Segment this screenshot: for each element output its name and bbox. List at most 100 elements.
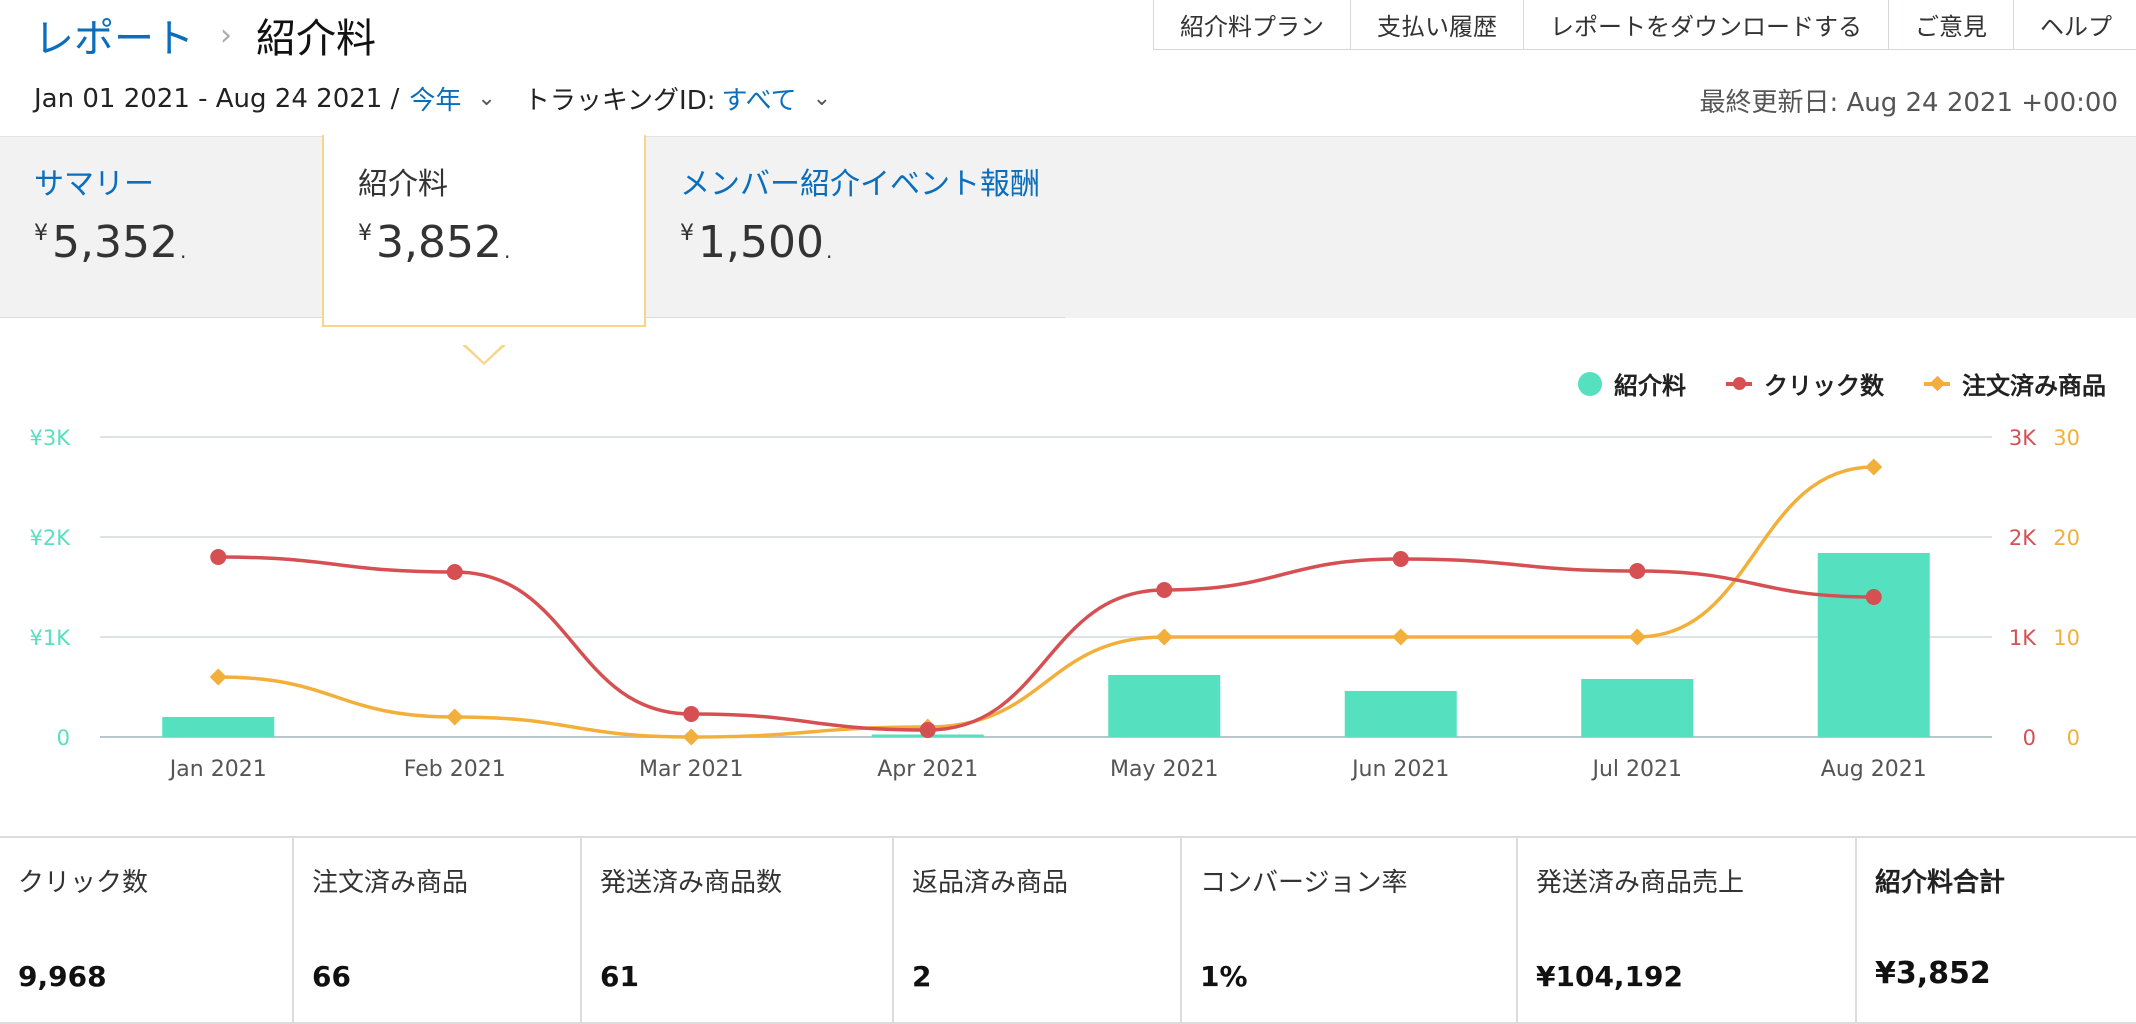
tab-summary-value: ¥ 5,352 . (34, 217, 186, 268)
tab-referral-value: ¥ 3,852 . (358, 217, 644, 268)
tracking-id-label: トラッキングID: (523, 86, 716, 116)
stat-value: 66 (312, 960, 351, 993)
bar-fees (1817, 553, 1930, 737)
stat-shipped-revenue: 発送済み商品売上 ¥104,192 (1518, 838, 1857, 1022)
legend-ordered-swatch (1924, 375, 1950, 391)
legend-fees-label: 紹介料 (1614, 372, 1686, 400)
y-tick-label-left: ¥3K (30, 426, 72, 450)
legend-item-fees[interactable]: 紹介料 (1578, 366, 1686, 401)
tab-referral-label: 紹介料 (358, 167, 448, 202)
tracking-id-dropdown[interactable]: すべて (721, 80, 796, 117)
y-tick-label-clicks: 2K (2009, 526, 2037, 550)
amount-suffix: . (179, 239, 187, 263)
stat-value: 9,968 (18, 960, 107, 993)
date-range-text: Jan 01 2021 - Aug 24 2021 / (34, 83, 400, 114)
stat-returned-items: 返品済み商品 2 (894, 838, 1182, 1022)
amount: 5,352 (52, 217, 178, 268)
tab-summary-label: サマリー (34, 167, 154, 202)
y-tick-label-clicks: 1K (2009, 626, 2037, 650)
point-clicks (683, 706, 700, 722)
point-clicks (1392, 551, 1409, 567)
y-tick-label-ordered: 0 (2067, 726, 2080, 750)
bar-fees (1344, 691, 1457, 737)
point-ordered (1628, 628, 1646, 646)
point-clicks (446, 564, 463, 580)
legend-fees-swatch (1578, 371, 1602, 396)
point-ordered (1392, 628, 1410, 646)
x-tick-label: May 2021 (1110, 757, 1218, 782)
stat-value: ¥104,192 (1536, 960, 1684, 993)
y-tick-label-ordered: 10 (2053, 626, 2080, 650)
period-dropdown[interactable]: 今年 (409, 80, 461, 117)
breadcrumb-reports-link[interactable]: レポート (34, 6, 194, 64)
stat-total-fees: 紹介料合計 ¥3,852 (1857, 838, 2136, 1022)
stat-label: 返品済み商品 (912, 868, 1069, 898)
stat-value: 1% (1200, 960, 1248, 993)
tab-member-referral[interactable]: メンバー紹介イベント報酬 ¥ 1,500 . (680, 137, 1040, 317)
x-tick-label: Aug 2021 (1821, 757, 1927, 782)
legend-ordered-label: 注文済み商品 (1962, 372, 2106, 400)
stat-value: 61 (600, 960, 639, 993)
x-tick-label: Feb 2021 (404, 757, 506, 782)
stat-label: コンバージョン率 (1200, 868, 1408, 898)
bar-fees (871, 734, 984, 737)
legend-item-ordered[interactable]: 注文済み商品 (1924, 366, 2106, 401)
point-clicks (210, 549, 227, 565)
stat-value: 2 (912, 960, 932, 993)
nav-payment-history-link[interactable]: 支払い履歴 (1351, 0, 1524, 49)
y-tick-label-clicks: 0 (2023, 726, 2036, 750)
line-ordered (218, 465, 1874, 739)
point-ordered (919, 718, 937, 736)
nav-download-report-link[interactable]: レポートをダウンロードする (1524, 0, 1889, 49)
stat-shipped-items: 発送済み商品数 61 (582, 838, 894, 1022)
amount: 3,852 (376, 217, 502, 268)
breadcrumb-separator: › (220, 17, 232, 53)
filter-bar: Jan 01 2021 - Aug 24 2021 / 今年 ⌄ トラッキングI… (34, 80, 859, 117)
currency-symbol: ¥ (34, 221, 48, 246)
bar-fees (1108, 675, 1221, 737)
tab-summary[interactable]: サマリー ¥ 5,352 . (34, 137, 186, 317)
y-tick-label-left: ¥1K (30, 626, 72, 650)
page-title: 紹介料 (256, 16, 376, 62)
tab-referral-fees[interactable]: 紹介料 ¥ 3,852 . (322, 135, 646, 365)
summary-band-right (1065, 137, 2136, 318)
stat-label: 紹介料合計 (1875, 868, 2006, 898)
x-tick-label: Jun 2021 (1350, 757, 1449, 782)
legend-item-clicks[interactable]: クリック数 (1726, 366, 1884, 401)
currency-symbol: ¥ (358, 221, 372, 246)
point-ordered (1865, 458, 1883, 476)
point-clicks (919, 722, 936, 738)
point-clicks (1629, 563, 1646, 579)
stat-label: 発送済み商品数 (600, 868, 783, 898)
amount-suffix: . (825, 239, 833, 263)
y-tick-label-ordered: 20 (2053, 526, 2080, 550)
stat-value: ¥3,852 (1875, 956, 1991, 991)
stat-label: クリック数 (18, 868, 149, 898)
amount-suffix: . (503, 239, 511, 263)
nav-feedback-link[interactable]: ご意見 (1889, 0, 2014, 49)
top-nav: 紹介料プラン 支払い履歴 レポートをダウンロードする ご意見 ヘルプ (1153, 0, 2136, 50)
point-ordered (1155, 628, 1173, 646)
stat-label: 注文済み商品 (312, 868, 469, 898)
nav-help-link[interactable]: ヘルプ (2014, 0, 2136, 49)
stats-row: クリック数 9,968 注文済み商品 66 発送済み商品数 61 返品済み商品 … (0, 836, 2136, 1024)
y-tick-label-left: ¥2K (30, 526, 72, 550)
bar-fees (1581, 679, 1694, 737)
x-tick-label: Jan 2021 (168, 757, 267, 782)
legend-clicks-label: クリック数 (1764, 372, 1884, 400)
legend-clicks-swatch (1726, 376, 1752, 390)
bar-fees (162, 717, 275, 737)
breadcrumb: レポート › 紹介料 (34, 6, 376, 64)
line-clicks (218, 555, 1874, 732)
tab-member-label: メンバー紹介イベント報酬 (680, 167, 1040, 202)
x-tick-label: Apr 2021 (877, 757, 978, 782)
chevron-down-icon[interactable]: ⌄ (477, 86, 495, 111)
tab-member-value: ¥ 1,500 . (680, 217, 1040, 268)
point-clicks (1865, 589, 1882, 605)
y-tick-label-ordered: 30 (2053, 426, 2080, 450)
amount: 1,500 (698, 217, 824, 268)
nav-referral-plan-link[interactable]: 紹介料プラン (1154, 0, 1351, 49)
stat-label: 発送済み商品売上 (1536, 868, 1745, 898)
chevron-down-icon[interactable]: ⌄ (813, 86, 831, 111)
y-tick-label-left: 0 (57, 726, 70, 750)
